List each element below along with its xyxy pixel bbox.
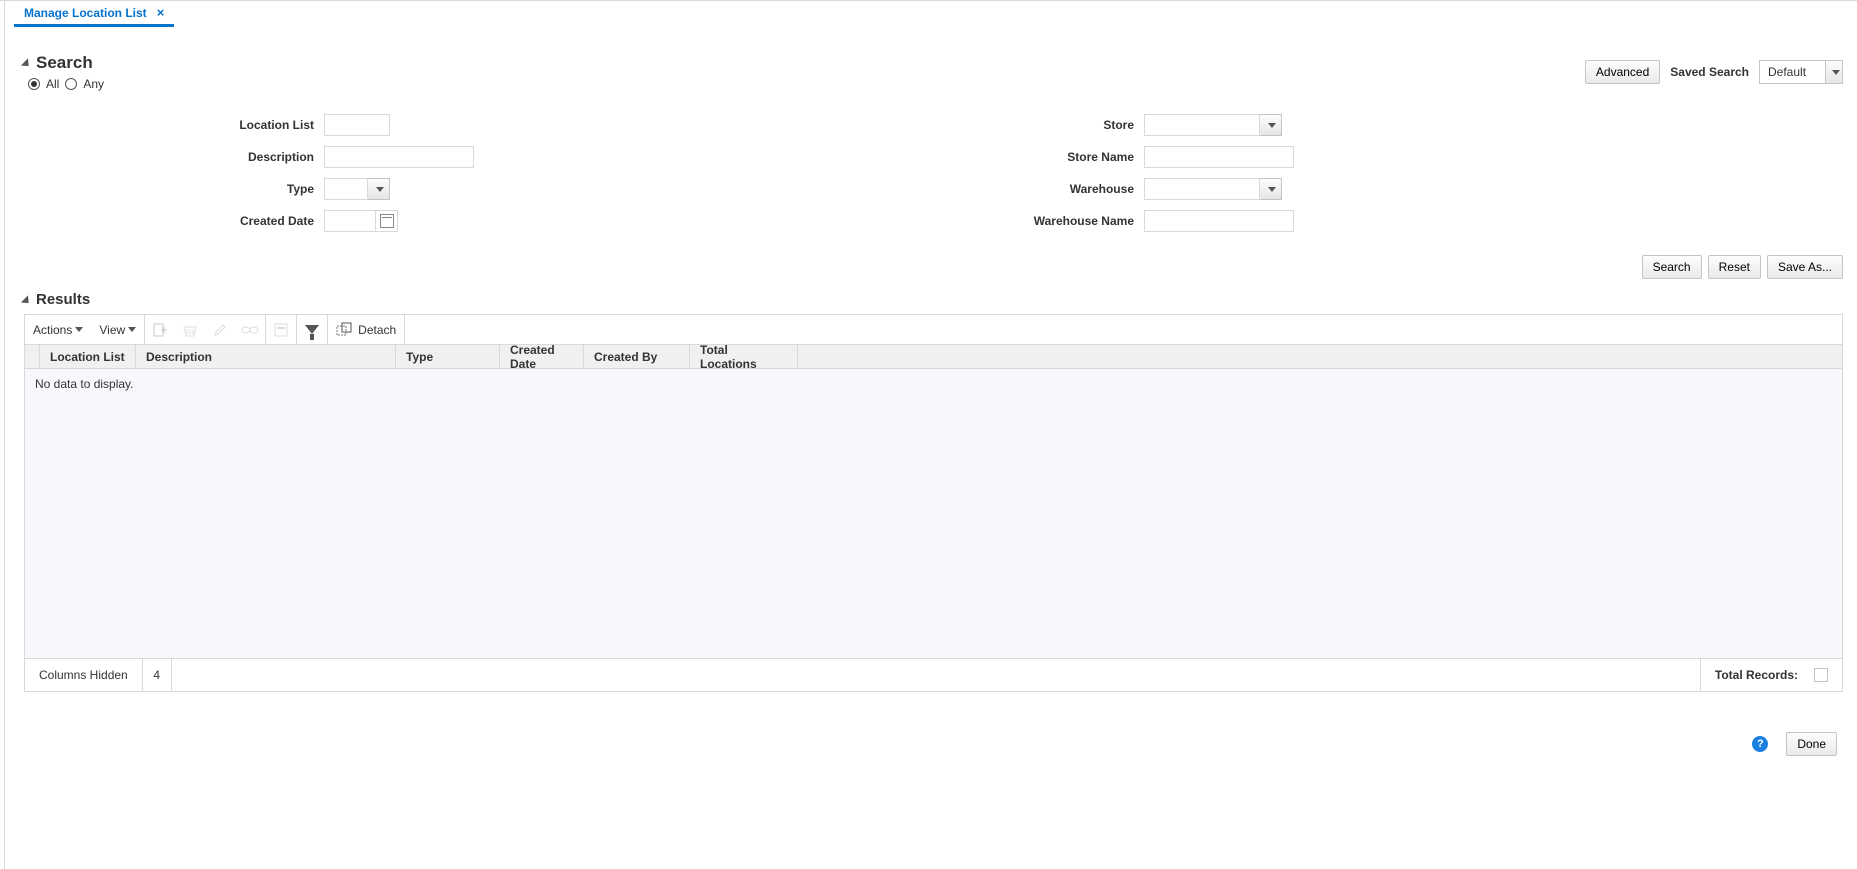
view-menu[interactable]: View bbox=[91, 323, 144, 337]
done-button[interactable]: Done bbox=[1786, 732, 1837, 756]
link-icon bbox=[235, 315, 265, 345]
match-all-radio[interactable] bbox=[28, 78, 40, 90]
export-icon bbox=[266, 315, 296, 345]
advanced-button[interactable]: Advanced bbox=[1585, 60, 1660, 84]
tab-label: Manage Location List bbox=[24, 6, 147, 20]
grid-header-row: Location List Description Type Created D… bbox=[25, 345, 1842, 369]
col-created-by[interactable]: Created By bbox=[584, 345, 690, 368]
type-label: Type bbox=[204, 182, 324, 196]
detach-button[interactable]: Detach bbox=[328, 322, 404, 338]
search-button[interactable]: Search bbox=[1642, 255, 1702, 279]
match-all-label: All bbox=[46, 77, 59, 91]
chevron-down-icon[interactable] bbox=[368, 178, 390, 200]
columns-hidden-label: Columns Hidden bbox=[25, 659, 143, 691]
location-list-label: Location List bbox=[204, 118, 324, 132]
warehouse-select[interactable] bbox=[1144, 178, 1282, 200]
tab-manage-location-list[interactable]: Manage Location List × bbox=[14, 1, 174, 27]
store-input[interactable] bbox=[1144, 114, 1260, 136]
type-input[interactable] bbox=[324, 178, 368, 200]
col-total-locations[interactable]: Total Locations bbox=[690, 345, 798, 368]
location-list-input[interactable] bbox=[324, 114, 390, 136]
match-any-radio[interactable] bbox=[65, 78, 77, 90]
help-icon[interactable]: ? bbox=[1752, 736, 1768, 752]
edit-icon bbox=[205, 315, 235, 345]
store-label: Store bbox=[1024, 118, 1144, 132]
warehouse-name-label: Warehouse Name bbox=[1024, 214, 1144, 228]
calendar-icon[interactable] bbox=[376, 210, 398, 232]
created-date-picker[interactable] bbox=[324, 210, 398, 232]
col-description[interactable]: Description bbox=[136, 345, 396, 368]
description-input[interactable] bbox=[324, 146, 474, 168]
saved-search-label: Saved Search bbox=[1670, 65, 1749, 79]
store-select[interactable] bbox=[1144, 114, 1282, 136]
warehouse-label: Warehouse bbox=[1024, 182, 1144, 196]
created-date-input[interactable] bbox=[324, 210, 376, 232]
col-type[interactable]: Type bbox=[396, 345, 500, 368]
grid-empty-message: No data to display. bbox=[25, 369, 1842, 659]
chevron-down-icon bbox=[21, 295, 32, 306]
chevron-down-icon[interactable] bbox=[1260, 114, 1282, 136]
save-as-button[interactable]: Save As... bbox=[1767, 255, 1843, 279]
search-heading: Search bbox=[36, 53, 93, 73]
total-records-label: Total Records: bbox=[1715, 668, 1798, 682]
reset-button[interactable]: Reset bbox=[1708, 255, 1761, 279]
col-created-date[interactable]: Created Date bbox=[500, 345, 584, 368]
basket-icon bbox=[175, 315, 205, 345]
columns-hidden-count: 4 bbox=[143, 659, 172, 691]
saved-search-select[interactable]: Default bbox=[1759, 60, 1843, 84]
warehouse-input[interactable] bbox=[1144, 178, 1260, 200]
match-any-label: Any bbox=[83, 77, 104, 91]
actions-menu[interactable]: Actions bbox=[25, 323, 91, 337]
chevron-down-icon bbox=[21, 58, 32, 69]
create-icon bbox=[145, 315, 175, 345]
total-records-value bbox=[1814, 668, 1828, 682]
tab-close-icon[interactable]: × bbox=[157, 5, 165, 20]
type-select[interactable] bbox=[324, 178, 390, 200]
store-name-input[interactable] bbox=[1144, 146, 1294, 168]
store-name-label: Store Name bbox=[1024, 150, 1144, 164]
chevron-down-icon[interactable] bbox=[1260, 178, 1282, 200]
results-heading: Results bbox=[36, 291, 90, 308]
description-label: Description bbox=[204, 150, 324, 164]
results-section-header[interactable]: Results bbox=[24, 291, 1843, 308]
filter-icon[interactable] bbox=[297, 315, 327, 345]
col-location-list[interactable]: Location List bbox=[40, 345, 136, 368]
saved-search-value: Default bbox=[1759, 60, 1825, 84]
detach-icon bbox=[336, 322, 352, 338]
chevron-down-icon[interactable] bbox=[1825, 60, 1843, 84]
search-section-header[interactable]: Search bbox=[24, 53, 104, 73]
created-date-label: Created Date bbox=[204, 214, 324, 228]
warehouse-name-input[interactable] bbox=[1144, 210, 1294, 232]
